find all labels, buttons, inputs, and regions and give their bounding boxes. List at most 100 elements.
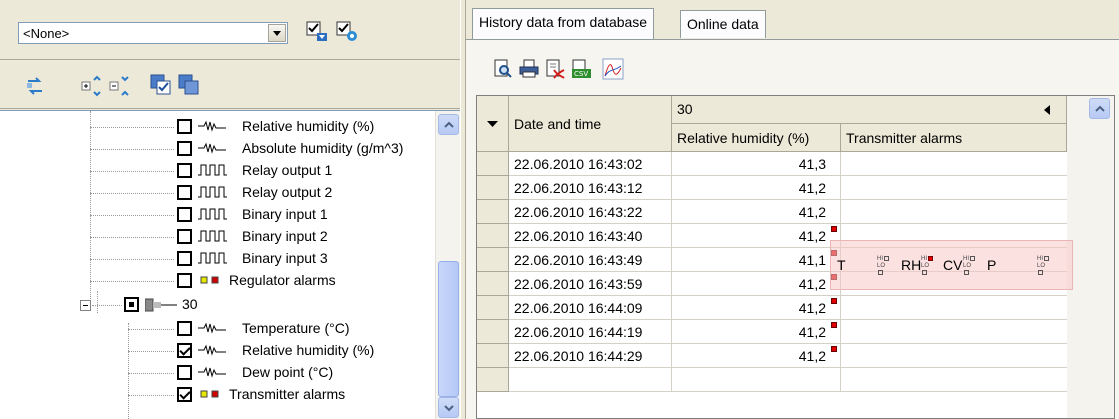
grid-scroll-up-button[interactable]	[1089, 98, 1110, 119]
tree-item-checkbox[interactable]	[177, 387, 192, 402]
tree-item-label: Absolute humidity (g/m^3)	[242, 140, 404, 156]
table-row[interactable]: 22.06.2010 16:43:12 41,2	[477, 176, 1067, 200]
tree-item-checkbox[interactable]	[177, 229, 192, 244]
cell-datetime: 22.06.2010 16:43:12	[509, 176, 672, 200]
row-selector[interactable]	[477, 320, 509, 344]
chart-icon[interactable]	[602, 58, 624, 80]
tree-item[interactable]: Transmitter alarms	[0, 384, 435, 406]
cell-alarms	[841, 368, 1067, 392]
cell-rh: 41,2	[672, 272, 841, 296]
print-icon[interactable]	[518, 58, 540, 80]
cell-datetime: 22.06.2010 16:43:22	[509, 200, 672, 224]
filter-combo[interactable]: <None>	[18, 22, 288, 44]
tree-scrollbar[interactable]	[435, 111, 460, 419]
column-header-datetime[interactable]: Date and time	[509, 96, 672, 152]
alarm-flag-icon[interactable]	[831, 298, 837, 304]
row-selector[interactable]	[477, 272, 509, 296]
tree-item-checkbox[interactable]	[124, 297, 139, 312]
tree-item-checkbox[interactable]	[177, 119, 192, 134]
row-selector[interactable]	[477, 224, 509, 248]
column-header-rh[interactable]: Relative humidity (%)	[672, 124, 841, 152]
cell-rh: 41,2	[672, 344, 841, 368]
cell-rh-value: 41,2	[798, 300, 826, 316]
binary-pulse-icon	[198, 251, 228, 268]
tree-item[interactable]: Dew point (°C)	[0, 362, 435, 384]
row-selector[interactable]	[477, 296, 509, 320]
tree-item-checkbox[interactable]	[177, 185, 192, 200]
tab-online-data[interactable]: Online data	[680, 10, 766, 38]
tree-item[interactable]: Relay output 2	[0, 182, 435, 204]
tree-item[interactable]: Binary input 1	[0, 204, 435, 226]
tree-item-checkbox[interactable]	[177, 343, 192, 358]
tree-item-label: 30	[182, 296, 198, 312]
tab-history-data[interactable]: History data from database	[472, 8, 655, 40]
tree-item[interactable]: Regulator alarms	[0, 270, 435, 292]
tree-item[interactable]: Temperature (°C)	[0, 318, 435, 340]
table-row[interactable]: 22.06.2010 16:44:29 41,2	[477, 344, 1067, 368]
tree-item[interactable]: Binary input 3	[0, 248, 435, 270]
uncheck-all-icon[interactable]	[178, 74, 200, 96]
tree-device-node[interactable]: 30	[0, 294, 435, 316]
preview-icon[interactable]	[492, 58, 514, 80]
alarm-flag-icon[interactable]	[831, 322, 837, 328]
check-settings-icon[interactable]	[336, 20, 358, 42]
table-row[interactable]: 22.06.2010 16:44:19 41,2	[477, 320, 1067, 344]
alarm-item-label: T	[837, 257, 846, 273]
tree-item[interactable]: Binary input 2	[0, 226, 435, 248]
column-header-alarms[interactable]: Transmitter alarms	[841, 124, 1067, 152]
tree-item-label: Transmitter alarms	[229, 386, 346, 402]
analog-wave-icon	[198, 343, 228, 360]
tree-item-checkbox[interactable]	[177, 321, 192, 336]
row-selector[interactable]	[477, 152, 509, 176]
table-row[interactable]: 22.06.2010 16:44:09 41,2	[477, 296, 1067, 320]
tree-item[interactable]: Relative humidity (%)	[0, 340, 435, 362]
tree-item-checkbox[interactable]	[177, 141, 192, 156]
device-group-header[interactable]: 30	[672, 96, 1067, 124]
tree-item-label: Regulator alarms	[229, 272, 336, 288]
cell-rh-value: 41,2	[798, 348, 826, 364]
tree-item[interactable]: Relay output 1	[0, 160, 435, 182]
cell-datetime: 22.06.2010 16:44:19	[509, 320, 672, 344]
collapse-expander-icon[interactable]	[80, 300, 91, 311]
tree-item-checkbox[interactable]	[177, 251, 192, 266]
tree-item-checkbox[interactable]	[177, 365, 192, 380]
table-row[interactable]: 22.06.2010 16:43:22 41,2	[477, 200, 1067, 224]
row-selector[interactable]	[477, 200, 509, 224]
grid-corner-header[interactable]	[477, 96, 509, 152]
scroll-down-button[interactable]	[438, 397, 459, 418]
alarm-detail-tooltip: T HI LO RH HI LO CV HI LO P HI LO	[830, 240, 1073, 290]
cell-alarms	[841, 176, 1067, 200]
check-all-icon[interactable]	[150, 74, 172, 96]
device-group-label: 30	[677, 101, 693, 117]
tree-item-label: Binary input 2	[242, 228, 328, 244]
tree-item-checkbox[interactable]	[177, 273, 192, 288]
collapse-all-icon[interactable]	[108, 75, 130, 97]
tree-item-label: Binary input 1	[242, 206, 328, 222]
binary-pulse-icon	[198, 207, 228, 224]
combo-dropdown-button[interactable]	[268, 24, 286, 42]
row-selector[interactable]	[477, 368, 509, 392]
row-selector[interactable]	[477, 344, 509, 368]
row-selector[interactable]	[477, 248, 509, 272]
export-pdf-icon[interactable]	[544, 58, 566, 80]
hilo-indicator-icon: HI LO	[963, 256, 975, 277]
alarm-flag-icon[interactable]	[831, 226, 837, 232]
expand-all-icon[interactable]	[80, 75, 102, 97]
hilo-indicator-icon: HI LO	[877, 256, 889, 277]
binary-pulse-icon	[198, 229, 228, 246]
alarm-flag-icon[interactable]	[831, 346, 837, 352]
export-csv-icon[interactable]: CSV	[570, 58, 592, 80]
row-selector[interactable]	[477, 176, 509, 200]
table-row[interactable]	[477, 368, 1067, 392]
tree-item[interactable]: Absolute humidity (g/m^3)	[0, 138, 435, 160]
tree-item[interactable]: Relative humidity (%)	[0, 116, 435, 138]
table-row[interactable]: 22.06.2010 16:43:02 41,3	[477, 152, 1067, 176]
cell-alarms	[841, 344, 1067, 368]
tree-item-checkbox[interactable]	[177, 207, 192, 222]
scroll-thumb[interactable]	[438, 261, 459, 397]
check-down-icon[interactable]	[306, 20, 328, 42]
scroll-up-button[interactable]	[438, 114, 459, 135]
tree-item-label: Dew point (°C)	[242, 364, 334, 380]
tree-item-checkbox[interactable]	[177, 163, 192, 178]
refresh-icon[interactable]	[24, 75, 46, 97]
